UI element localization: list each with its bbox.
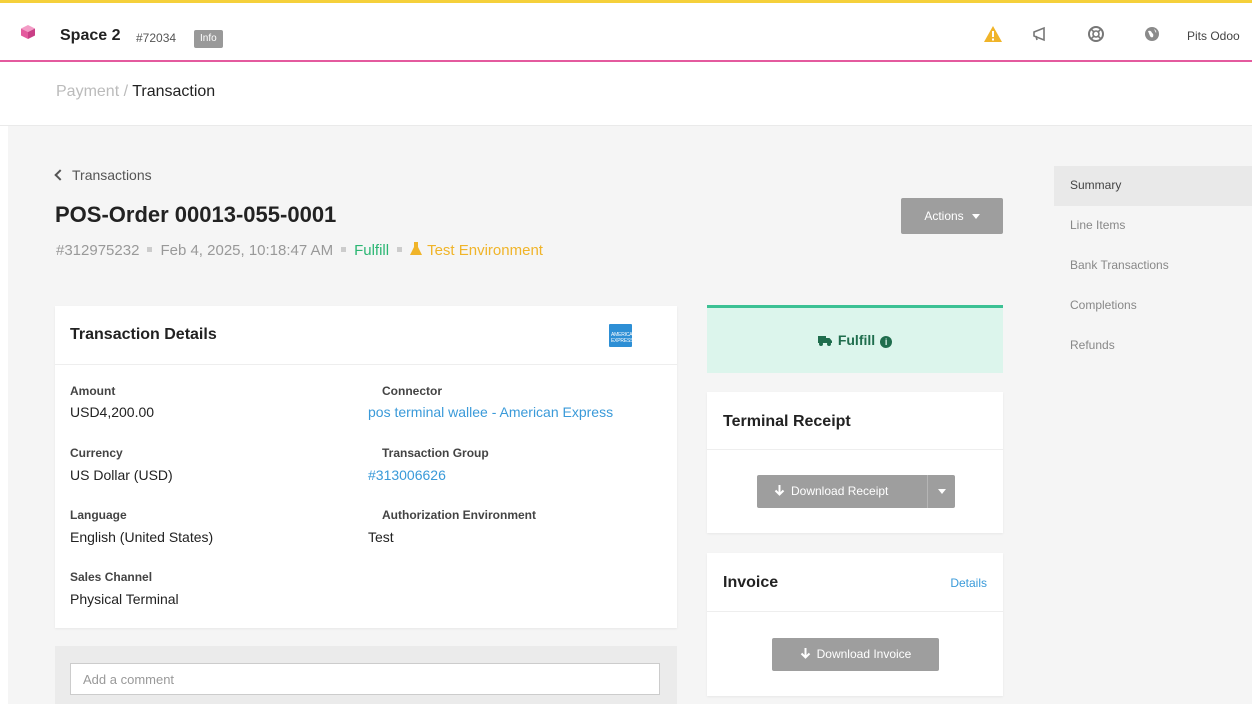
invoice-panel: Invoice Details Download Invoice xyxy=(707,553,1003,696)
space-name[interactable]: Space 2 xyxy=(60,27,120,45)
transaction-id: #312975232 xyxy=(56,242,140,259)
sales-channel-label: Sales Channel xyxy=(70,570,153,584)
panel-header: Transaction Details AMERICAN EXPRESS xyxy=(55,306,677,365)
page-title: POS-Order 00013-055-0001 xyxy=(55,202,337,227)
connector-link[interactable]: pos terminal wallee - American Express xyxy=(368,404,613,420)
globe-icon[interactable] xyxy=(1142,24,1162,44)
back-link-label: Transactions xyxy=(72,167,152,183)
flask-icon xyxy=(410,242,423,255)
top-bar: Space 2 #72034 Info Pits Odoo xyxy=(0,0,1252,62)
breadcrumb-current: Transaction xyxy=(132,83,216,100)
separator-dot xyxy=(147,247,153,252)
download-invoice-button[interactable]: Download Invoice xyxy=(772,638,939,671)
separator-dot xyxy=(397,247,403,252)
comment-section xyxy=(55,646,677,704)
panel-header: Terminal Receipt xyxy=(707,392,1003,450)
arrow-down-icon xyxy=(800,648,810,659)
caret-down-icon xyxy=(937,489,946,494)
actions-label: Actions xyxy=(924,209,964,223)
connector-label: Connector xyxy=(382,384,442,398)
breadcrumb-separator: / xyxy=(123,83,129,100)
separator-dot xyxy=(341,247,347,252)
space-id: #72034 xyxy=(136,31,177,45)
download-invoice-label: Download Invoice xyxy=(816,647,912,661)
currency-label: Currency xyxy=(70,446,123,460)
actions-button[interactable]: Actions xyxy=(901,198,1003,234)
transaction-date: Feb 4, 2025, 10:18:47 AM xyxy=(160,242,334,259)
breadcrumb: Payment / Transaction xyxy=(56,83,215,101)
panel-header: Invoice Details xyxy=(707,553,1003,612)
nav-item-line-items[interactable]: Line Items xyxy=(1054,206,1252,246)
comment-input[interactable] xyxy=(70,663,660,695)
cube-icon[interactable] xyxy=(21,25,35,39)
transaction-group-link[interactable]: #313006626 xyxy=(368,467,446,483)
arrow-down-icon xyxy=(774,485,785,496)
lifebuoy-icon[interactable] xyxy=(1086,24,1106,44)
language-value: English (United States) xyxy=(70,529,214,545)
transaction-details-panel: Transaction Details AMERICAN EXPRESS Amou… xyxy=(55,306,677,628)
authorization-environment-value: Test xyxy=(368,529,394,545)
user-menu[interactable]: Pits Odoo xyxy=(1187,29,1240,43)
amex-card-icon: AMERICAN EXPRESS xyxy=(609,324,636,347)
nav-item-refunds[interactable]: Refunds xyxy=(1054,326,1252,366)
amount-label: Amount xyxy=(70,384,116,398)
invoice-details-link[interactable]: Details xyxy=(950,576,987,590)
download-receipt-label: Download Receipt xyxy=(791,484,889,498)
currency-value: US Dollar (USD) xyxy=(70,467,173,483)
panel-title: Invoice xyxy=(723,574,779,591)
receipt-options-toggle[interactable] xyxy=(927,475,955,508)
back-to-transactions-link[interactable]: Transactions xyxy=(54,167,152,183)
breadcrumb-parent[interactable]: Payment xyxy=(56,83,119,100)
download-receipt-button[interactable]: Download Receipt xyxy=(757,475,955,508)
test-environment-label: Test Environment xyxy=(427,242,543,259)
info-badge[interactable]: Info xyxy=(194,30,223,48)
transaction-meta: #312975232 Feb 4, 2025, 10:18:47 AM Fulfil… xyxy=(56,242,543,259)
fulfill-state-box: Fulfill i xyxy=(707,305,1003,373)
amount-value: USD4,200.00 xyxy=(70,404,155,420)
terminal-receipt-panel: Terminal Receipt Download Receipt xyxy=(707,392,1003,533)
panel-title: Terminal Receipt xyxy=(723,413,851,430)
language-label: Language xyxy=(70,508,127,522)
nav-item-summary[interactable]: Summary xyxy=(1054,166,1252,206)
caret-down-icon xyxy=(971,214,980,219)
info-icon[interactable]: i xyxy=(880,336,893,348)
authorization-environment-label: Authorization Environment xyxy=(382,508,536,522)
nav-item-completions[interactable]: Completions xyxy=(1054,286,1252,326)
truck-icon xyxy=(817,336,832,346)
breadcrumb-bar: Payment / Transaction xyxy=(0,64,1252,126)
section-nav: Summary Line Items Bank Transactions Com… xyxy=(1054,166,1252,366)
nav-item-bank-transactions[interactable]: Bank Transactions xyxy=(1054,246,1252,286)
transaction-group-label: Transaction Group xyxy=(382,446,489,460)
megaphone-icon[interactable] xyxy=(1031,24,1051,44)
warning-icon[interactable] xyxy=(983,24,1003,44)
chevron-left-icon xyxy=(54,169,66,181)
sales-channel-value: Physical Terminal xyxy=(70,591,179,607)
transaction-state: Fulfill xyxy=(354,242,390,259)
fulfill-label: Fulfill xyxy=(837,332,876,348)
panel-title: Transaction Details xyxy=(70,326,217,343)
